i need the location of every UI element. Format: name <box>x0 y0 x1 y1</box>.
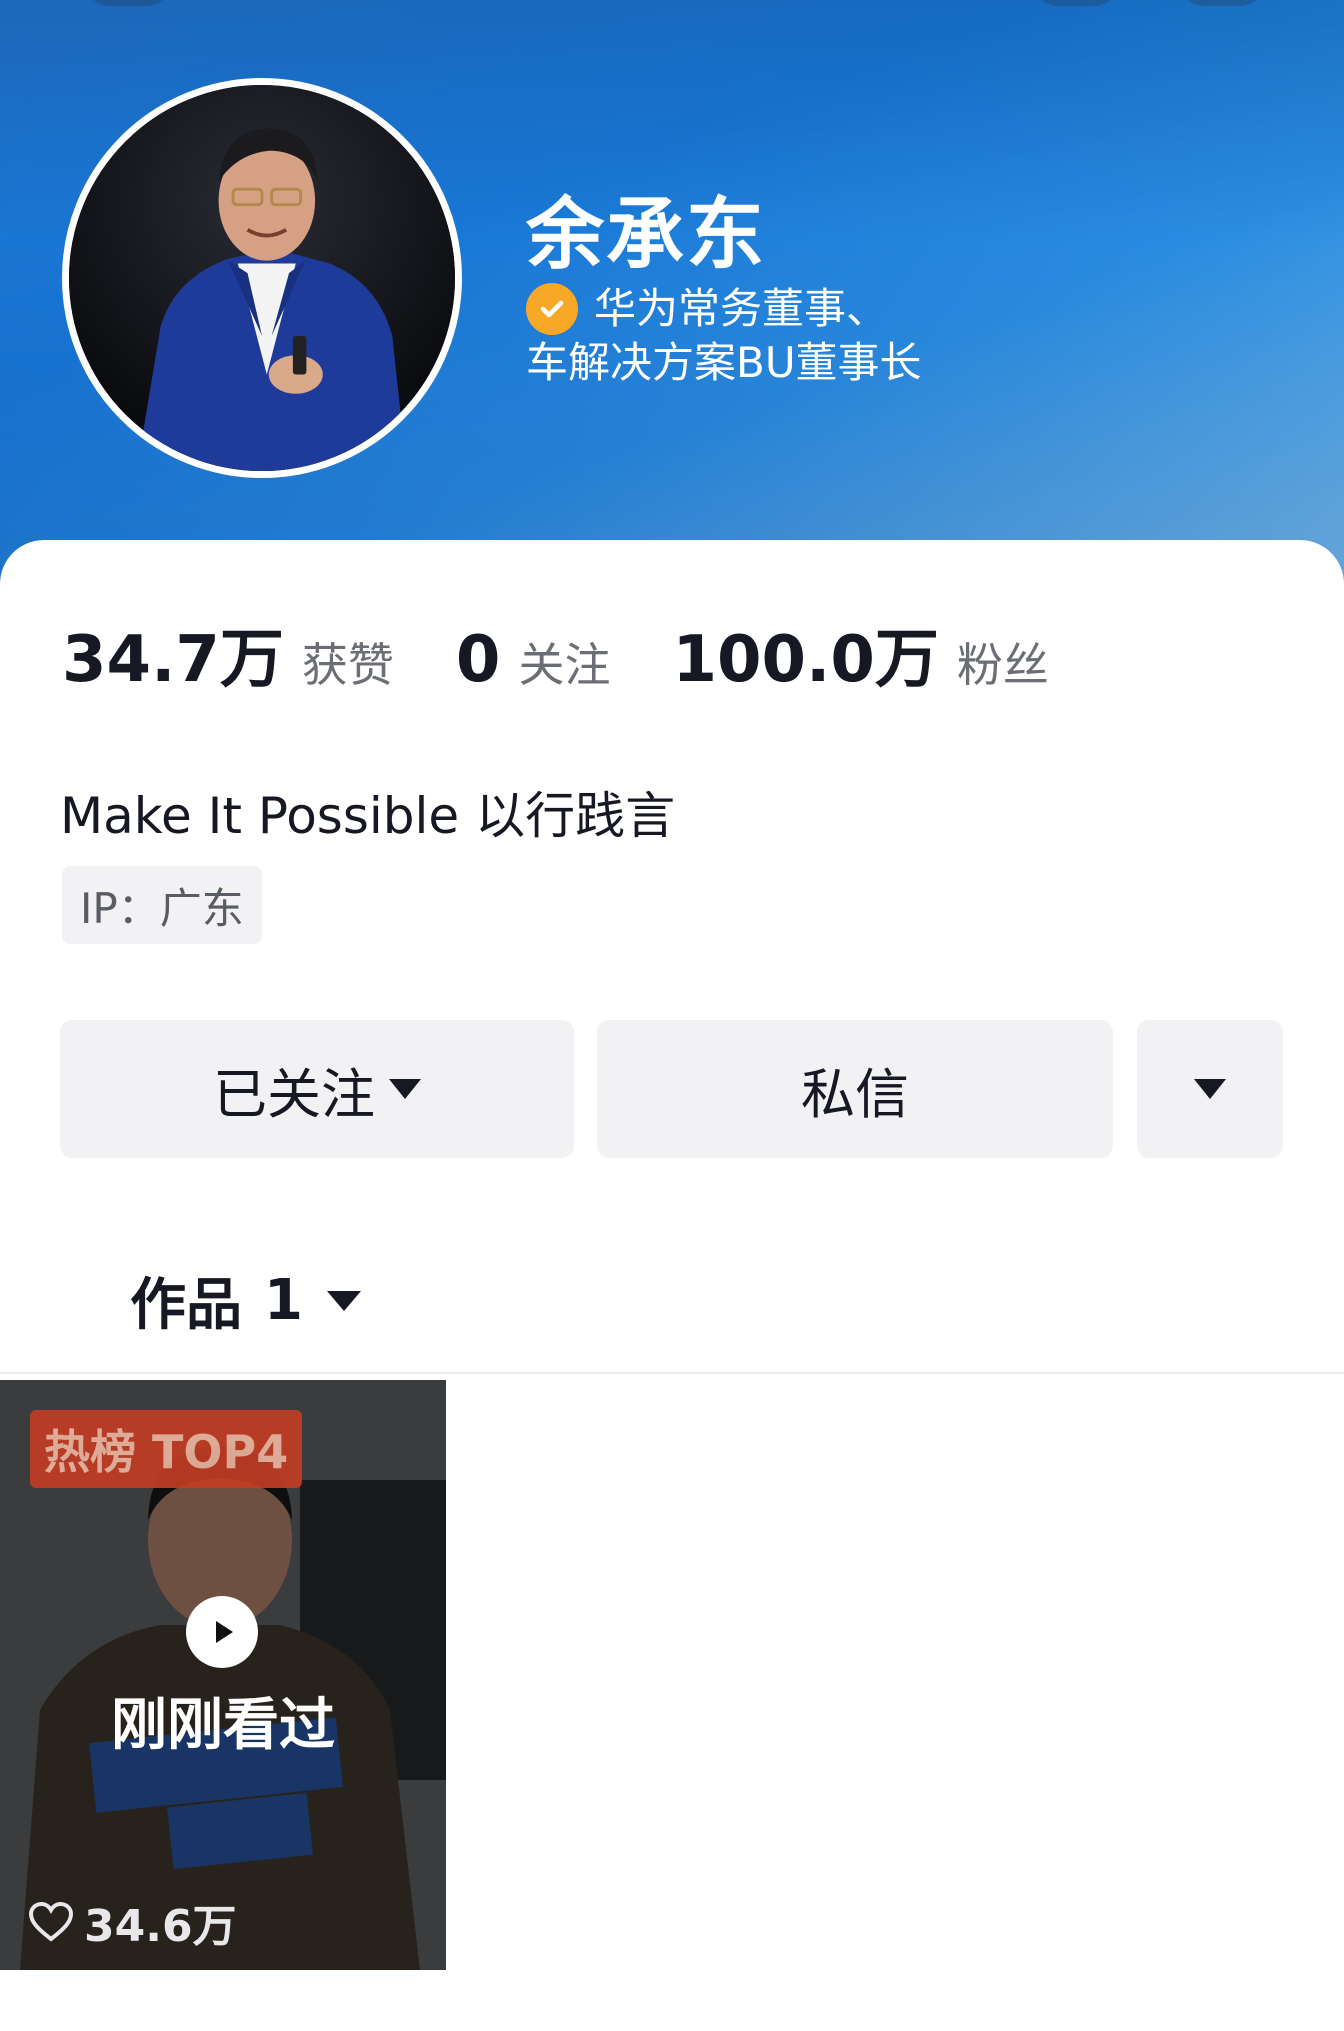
play-icon <box>186 1596 258 1668</box>
avatar-photo <box>69 85 455 471</box>
video-tile[interactable]: 热榜 TOP4 刚刚看过 34.6万 <box>0 1380 446 1970</box>
hot-list-badge: 热榜 TOP4 <box>30 1410 303 1488</box>
certification-row: 华为常务董事、 <box>526 282 888 336</box>
stat-value: 34.7万 <box>62 623 284 697</box>
certification-line1: 华为常务董事、 <box>594 284 889 333</box>
stats-row: 34.7万 获赞 0 关注 100.0万 粉丝 <box>62 608 1111 700</box>
ip-location-tag: IP：广东 <box>62 866 262 944</box>
avatar[interactable] <box>62 78 462 478</box>
tab-works[interactable]: 作品 1 <box>130 1260 361 1341</box>
stat-label: 粉丝 <box>956 638 1049 692</box>
like-row: 34.6万 <box>28 1890 237 1954</box>
just-watched-label: 刚刚看过 <box>111 1693 335 1758</box>
message-label: 私信 <box>801 1062 909 1126</box>
certification-line2: 车解决方案BU董事长 <box>526 338 922 387</box>
stat-value: 0 <box>455 623 501 697</box>
followed-button[interactable]: 已关注 <box>60 1020 574 1158</box>
profile-name: 余承东 <box>526 190 767 280</box>
stat-label: 关注 <box>518 638 611 692</box>
stat-following[interactable]: 0 关注 <box>456 623 611 697</box>
stat-value: 100.0万 <box>672 623 939 697</box>
recommend-dropdown-button[interactable] <box>1137 1020 1283 1158</box>
stat-label: 获赞 <box>301 638 394 692</box>
dropdown-icon <box>326 1290 361 1311</box>
like-count: 34.6万 <box>84 1901 237 1952</box>
heart-icon <box>28 1901 74 1942</box>
dropdown-icon <box>1194 1079 1226 1099</box>
stat-followers[interactable]: 100.0万 粉丝 <box>672 608 1048 700</box>
verified-icon <box>526 283 578 335</box>
followed-label: 已关注 <box>213 1062 375 1126</box>
bio-text: Make It Possible 以行践言 <box>60 787 676 845</box>
works-count: 1 <box>264 1268 303 1333</box>
stat-likes[interactable]: 34.7万 获赞 <box>62 608 394 700</box>
tab-divider <box>0 1372 1344 1374</box>
message-button[interactable]: 私信 <box>597 1020 1113 1158</box>
dropdown-icon <box>389 1079 421 1099</box>
works-tab-label: 作品 <box>130 1273 242 1338</box>
